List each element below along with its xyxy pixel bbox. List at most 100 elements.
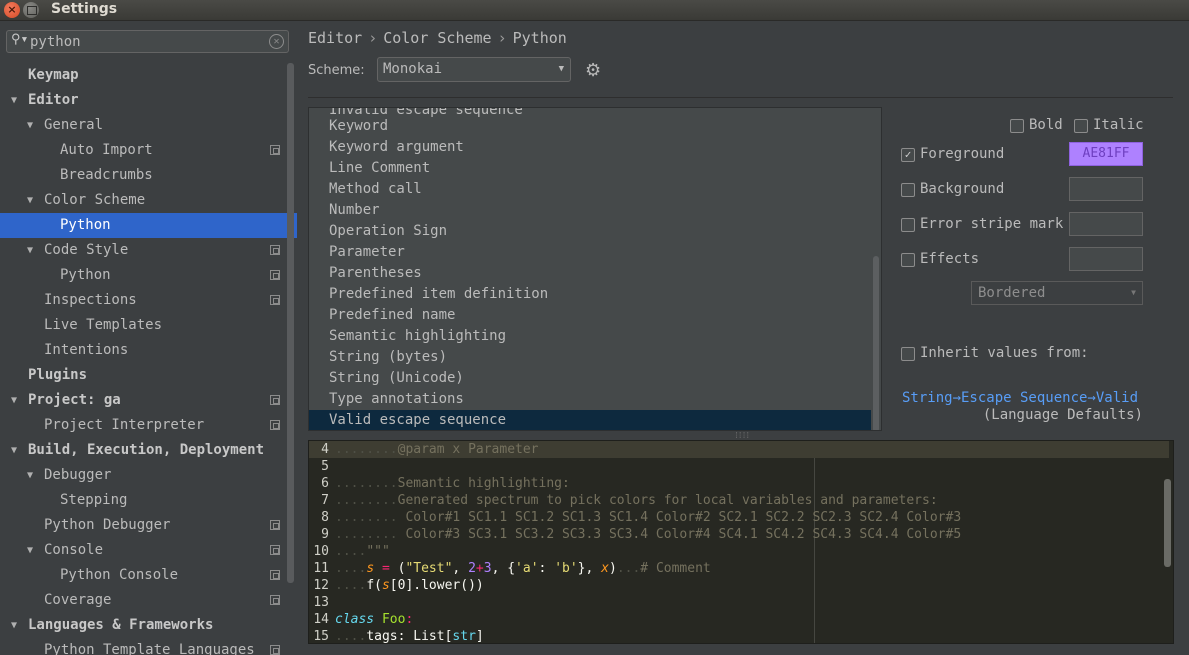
expand-arrow-icon[interactable]: ▼ bbox=[27, 463, 33, 488]
list-item[interactable]: String (Unicode) bbox=[309, 368, 871, 389]
code-text: ] bbox=[475, 629, 484, 644]
sidebar-item-label: Coverage bbox=[44, 592, 112, 608]
sidebar-item[interactable]: Python Debugger bbox=[0, 513, 297, 538]
code-text: Generated spectrum to pick colors for lo… bbox=[397, 493, 938, 508]
sidebar-item[interactable]: Auto Import bbox=[0, 138, 297, 163]
gear-icon[interactable]: ⚙ bbox=[585, 60, 601, 81]
sidebar-item[interactable]: Coverage bbox=[0, 588, 297, 613]
maximize-icon[interactable] bbox=[23, 2, 39, 18]
divider bbox=[308, 97, 1173, 98]
sidebar-item[interactable]: Inspections bbox=[0, 288, 297, 313]
code-text: [0].lower()) bbox=[389, 578, 484, 593]
error-stripe-color-swatch[interactable] bbox=[1069, 212, 1143, 236]
sidebar-item[interactable]: Python Console bbox=[0, 563, 297, 588]
expand-arrow-icon[interactable]: ▼ bbox=[27, 188, 33, 213]
sidebar-item[interactable]: ▼ Color Scheme bbox=[0, 188, 297, 213]
background-color-swatch[interactable] bbox=[1069, 177, 1143, 201]
list-item[interactable]: Line Comment bbox=[309, 158, 871, 179]
project-scope-icon bbox=[270, 270, 280, 280]
scheme-dropdown[interactable]: Monokai ▼ bbox=[377, 57, 571, 82]
project-scope-icon bbox=[270, 145, 280, 155]
close-icon[interactable]: × bbox=[4, 2, 20, 18]
code-preview[interactable]: ✔ 4........@param x Parameter 5 6.......… bbox=[308, 440, 1174, 644]
sidebar-item[interactable]: ▼ Project: ga bbox=[0, 388, 297, 413]
code-text: : List[ bbox=[397, 629, 453, 644]
sidebar-item-label: Languages & Frameworks bbox=[28, 617, 214, 633]
foreground-checkbox[interactable]: ✓ bbox=[901, 148, 915, 162]
expand-arrow-icon[interactable]: ▼ bbox=[27, 238, 33, 263]
clear-search-icon[interactable]: ✕ bbox=[269, 34, 284, 49]
effects-type-value: Bordered bbox=[978, 285, 1046, 301]
breadcrumb-item: Color Scheme bbox=[383, 29, 492, 47]
list-item[interactable]: Keyword argument bbox=[309, 137, 871, 158]
attributes-scrollbar[interactable] bbox=[873, 256, 879, 430]
list-item[interactable]: Parentheses bbox=[309, 263, 871, 284]
sidebar-item[interactable]: Intentions bbox=[0, 338, 297, 363]
sidebar-item[interactable]: Python Template Languages bbox=[0, 638, 297, 655]
list-item[interactable]: Predefined name bbox=[309, 305, 871, 326]
search-input[interactable] bbox=[30, 33, 260, 50]
line-number: 5 bbox=[321, 459, 329, 474]
expand-arrow-icon[interactable]: ▼ bbox=[11, 388, 17, 413]
italic-label: Italic bbox=[1093, 117, 1144, 133]
code-text: Color#1 SC1.1 SC1.2 SC1.3 SC1.4 Color#2 … bbox=[397, 510, 962, 525]
sidebar-item-label: Keymap bbox=[28, 67, 79, 83]
sidebar-item[interactable]: ▼ Code Style bbox=[0, 238, 297, 263]
list-item[interactable]: Semantic highlighting bbox=[309, 326, 871, 347]
list-item[interactable]: Number bbox=[309, 200, 871, 221]
expand-arrow-icon[interactable]: ▼ bbox=[11, 438, 17, 463]
error-stripe-checkbox[interactable] bbox=[901, 218, 915, 232]
list-item[interactable]: Valid escape sequence bbox=[309, 410, 871, 430]
settings-search[interactable]: ⚲▾ ✕ bbox=[6, 30, 289, 53]
sidebar-item[interactable]: Plugins bbox=[0, 363, 297, 388]
list-item[interactable]: Keyword bbox=[309, 116, 871, 137]
bold-checkbox[interactable] bbox=[1010, 119, 1024, 133]
effects-type-dropdown[interactable]: Bordered ▼ bbox=[971, 281, 1143, 305]
expand-arrow-icon[interactable]: ▼ bbox=[11, 613, 17, 638]
list-item[interactable]: Type annotations bbox=[309, 389, 871, 410]
error-stripe-label: Error stripe mark bbox=[920, 216, 1064, 232]
effects-color-swatch[interactable] bbox=[1069, 247, 1143, 271]
line-number: 10 bbox=[313, 544, 329, 559]
breadcrumb-separator: › bbox=[368, 29, 378, 47]
sidebar-item[interactable]: ▼ Build, Execution, Deployment bbox=[0, 438, 297, 463]
list-item[interactable]: Operation Sign bbox=[309, 221, 871, 242]
sidebar-scrollbar[interactable] bbox=[287, 63, 294, 583]
expand-arrow-icon[interactable]: ▼ bbox=[27, 113, 33, 138]
code-text: """ bbox=[366, 544, 390, 559]
effects-checkbox[interactable] bbox=[901, 253, 915, 267]
expand-arrow-icon[interactable]: ▼ bbox=[27, 538, 33, 563]
sidebar-item[interactable]: ▼ General bbox=[0, 113, 297, 138]
code-text: Semantic highlighting: bbox=[397, 476, 570, 491]
code-line: 5 bbox=[309, 458, 1169, 475]
inherit-link[interactable]: String→Escape Sequence→Valid bbox=[902, 390, 1138, 406]
sidebar-item[interactable]: ▼ Languages & Frameworks bbox=[0, 613, 297, 638]
sidebar-item[interactable]: Stepping bbox=[0, 488, 297, 513]
sidebar-item[interactable]: Breadcrumbs bbox=[0, 163, 297, 188]
sidebar-item[interactable]: Live Templates bbox=[0, 313, 297, 338]
code-text: 'a' bbox=[515, 561, 539, 576]
attributes-list[interactable]: Invalid escape sequence Keyword Keyword a… bbox=[308, 107, 882, 431]
sidebar-item[interactable]: ▼ Debugger bbox=[0, 463, 297, 488]
sidebar-item[interactable]: Python bbox=[0, 263, 297, 288]
sidebar-item-label: Intentions bbox=[44, 342, 129, 358]
sidebar-item[interactable]: Python bbox=[0, 213, 297, 238]
list-item[interactable]: Method call bbox=[309, 179, 871, 200]
attribute-properties: Bold Italic ✓ Foreground AE81FF Backgrou… bbox=[897, 111, 1179, 423]
code-text: s bbox=[381, 578, 390, 593]
search-icon[interactable]: ⚲▾ bbox=[11, 32, 28, 47]
expand-arrow-icon[interactable]: ▼ bbox=[11, 88, 17, 113]
foreground-color-swatch[interactable]: AE81FF bbox=[1069, 142, 1143, 166]
background-checkbox[interactable] bbox=[901, 183, 915, 197]
line-number: 14 bbox=[313, 612, 329, 627]
sidebar-item[interactable]: ▼ Editor bbox=[0, 88, 297, 113]
sidebar-item[interactable]: Project Interpreter bbox=[0, 413, 297, 438]
list-item[interactable]: String (bytes) bbox=[309, 347, 871, 368]
sidebar-item[interactable]: ▼ Console bbox=[0, 538, 297, 563]
inherit-checkbox[interactable] bbox=[901, 347, 915, 361]
italic-checkbox[interactable] bbox=[1074, 119, 1088, 133]
list-item[interactable]: Predefined item definition bbox=[309, 284, 871, 305]
sidebar-item[interactable]: Keymap bbox=[0, 63, 297, 88]
sidebar-item-label: Python Console bbox=[60, 567, 179, 583]
list-item[interactable]: Parameter bbox=[309, 242, 871, 263]
